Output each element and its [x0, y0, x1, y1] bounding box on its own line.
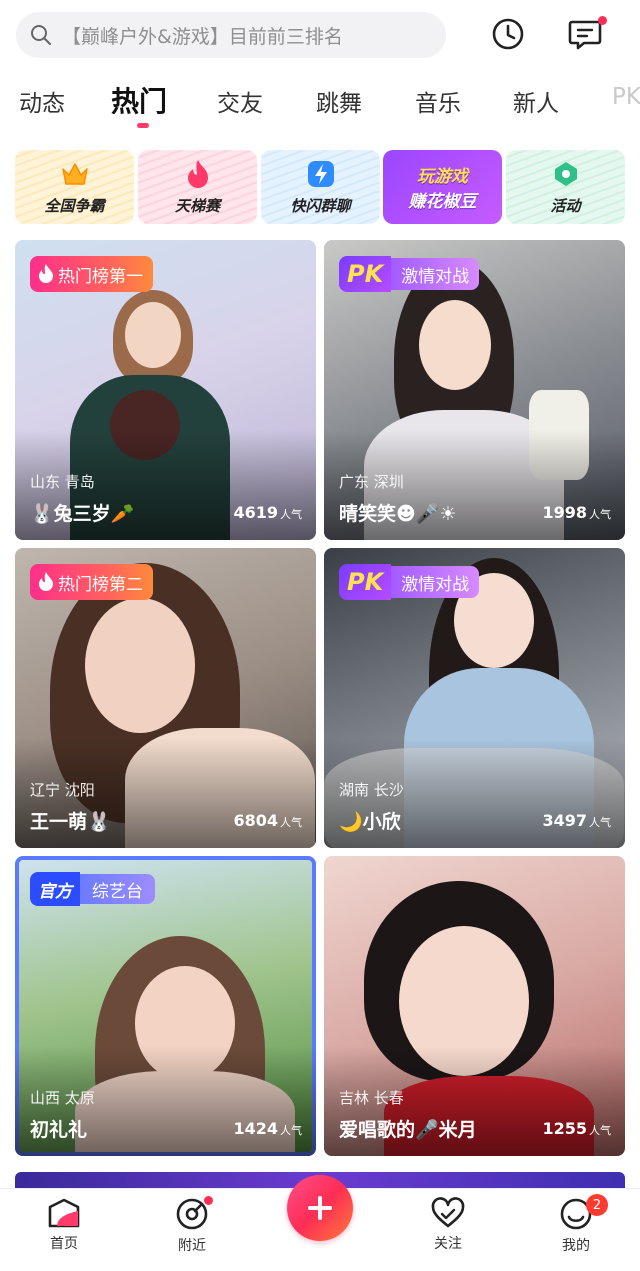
- card-popularity: 1255 人气: [542, 1119, 611, 1138]
- plus-icon: [308, 1196, 332, 1220]
- feature-flash-chat[interactable]: 快闪群聊: [261, 150, 380, 224]
- tab-active-indicator: [137, 123, 149, 128]
- card-location: 山西 太原: [30, 1089, 95, 1107]
- card-location: 广东 深圳: [339, 473, 404, 491]
- card-streamer-name: 王一萌🐰: [30, 811, 111, 833]
- profile-notification-badge: 2: [586, 1194, 608, 1216]
- search-placeholder: 【巅峰户外&游戏】目前前三排名: [62, 25, 343, 48]
- tab-pk[interactable]: PK: [612, 84, 640, 110]
- card-streamer-name: 爱唱歌的🎤米月: [339, 1119, 477, 1141]
- flame-icon: [39, 264, 53, 283]
- card-location: 山东 青岛: [30, 473, 95, 491]
- card-location: 吉林 长春: [339, 1089, 404, 1107]
- live-card[interactable]: 热门榜第二 辽宁 沈阳 王一萌🐰 6804 人气: [15, 548, 316, 848]
- flame-icon: [183, 159, 213, 189]
- hot-rank-badge: 热门榜第二: [30, 564, 153, 600]
- feature-ladder[interactable]: 天梯赛: [138, 150, 257, 224]
- card-location: 湖南 长沙: [339, 781, 404, 799]
- location-tag-icon: [551, 159, 581, 189]
- card-streamer-name: 初礼礼: [30, 1119, 88, 1141]
- flame-icon: [39, 572, 53, 591]
- tab-tiaowu[interactable]: 跳舞: [316, 84, 362, 118]
- pk-battle-badge: PK 激情对战: [339, 256, 480, 292]
- nav-nearby[interactable]: 附近: [152, 1196, 232, 1255]
- feature-national-battle[interactable]: 全国争霸: [15, 150, 134, 224]
- live-card[interactable]: 吉林 长春 爱唱歌的🎤米月 1255 人气: [324, 856, 625, 1156]
- category-tabs: 动态 热门 交友 跳舞 音乐 新人 PK: [0, 78, 640, 134]
- nav-follow[interactable]: 关注: [408, 1197, 488, 1253]
- card-popularity: 3497 人气: [542, 811, 611, 830]
- clock-icon[interactable]: [488, 14, 528, 54]
- promo-line-1: 玩游戏: [417, 167, 468, 187]
- crown-icon: [60, 159, 90, 189]
- nearby-unread-dot: [204, 1196, 213, 1205]
- tab-jiaoyou[interactable]: 交友: [217, 84, 263, 118]
- feature-row: 全国争霸 天梯赛 快闪群聊 玩游戏 赚花椒豆 活动: [15, 150, 640, 226]
- tab-remen[interactable]: 热门: [111, 80, 167, 120]
- live-card[interactable]: 官方 综艺台 山西 太原 初礼礼 1424 人气: [15, 856, 316, 1156]
- pk-battle-badge: PK 激情对战: [339, 564, 480, 600]
- nav-home[interactable]: 首页: [24, 1197, 104, 1253]
- search-bar[interactable]: 【巅峰户外&游戏】目前前三排名: [16, 12, 446, 58]
- official-badge: 官方 综艺台: [30, 872, 155, 906]
- search-icon: [31, 25, 51, 45]
- card-popularity: 1424 人气: [233, 1119, 302, 1138]
- home-icon: [48, 1198, 80, 1228]
- heart-icon: [431, 1197, 465, 1228]
- live-card[interactable]: PK 激情对战 湖南 长沙 🌙小欣 3497 人气: [324, 548, 625, 848]
- card-location: 辽宁 沈阳: [30, 781, 95, 799]
- bottom-nav: 首页 附近 关注 我的: [0, 1175, 640, 1271]
- card-streamer-name: 晴笑笑☻🎤☀: [339, 503, 457, 525]
- message-unread-dot: [598, 16, 607, 25]
- message-icon[interactable]: [565, 14, 607, 54]
- live-card[interactable]: 热门榜第一 山东 青岛 🐰兔三岁🥕 4619 人气: [15, 240, 316, 540]
- promo-line-2: 赚花椒豆: [408, 192, 477, 212]
- feature-play-games-promo[interactable]: 玩游戏 赚花椒豆: [383, 150, 502, 224]
- card-streamer-name: 🌙小欣: [339, 811, 401, 833]
- tab-dongtai[interactable]: 动态: [19, 84, 65, 118]
- live-card[interactable]: PK 激情对战 广东 深圳 晴笑笑☻🎤☀ 1998 人气: [324, 240, 625, 540]
- feature-label: 天梯赛: [174, 197, 220, 215]
- app-screen: 【巅峰户外&游戏】目前前三排名 动态 热门 交友 跳舞 音乐 新人 PK 全国争…: [0, 0, 640, 1271]
- tab-xinren[interactable]: 新人: [513, 84, 559, 118]
- feature-label: 全国争霸: [44, 197, 105, 215]
- card-popularity: 1998 人气: [542, 503, 611, 522]
- lightning-icon: [306, 159, 336, 189]
- tab-yinyue[interactable]: 音乐: [415, 84, 461, 118]
- hot-rank-badge: 热门榜第一: [30, 256, 153, 292]
- feature-label: 快闪群聊: [290, 197, 351, 215]
- feature-label: 活动: [550, 197, 581, 215]
- card-popularity: 4619 人气: [233, 503, 302, 522]
- go-live-plus-button[interactable]: [287, 1175, 353, 1241]
- card-popularity: 6804 人气: [233, 811, 302, 830]
- top-bar: 【巅峰户外&游戏】目前前三排名: [0, 0, 640, 70]
- card-streamer-name: 🐰兔三岁🥕: [30, 503, 135, 525]
- feature-activity[interactable]: 活动: [506, 150, 625, 224]
